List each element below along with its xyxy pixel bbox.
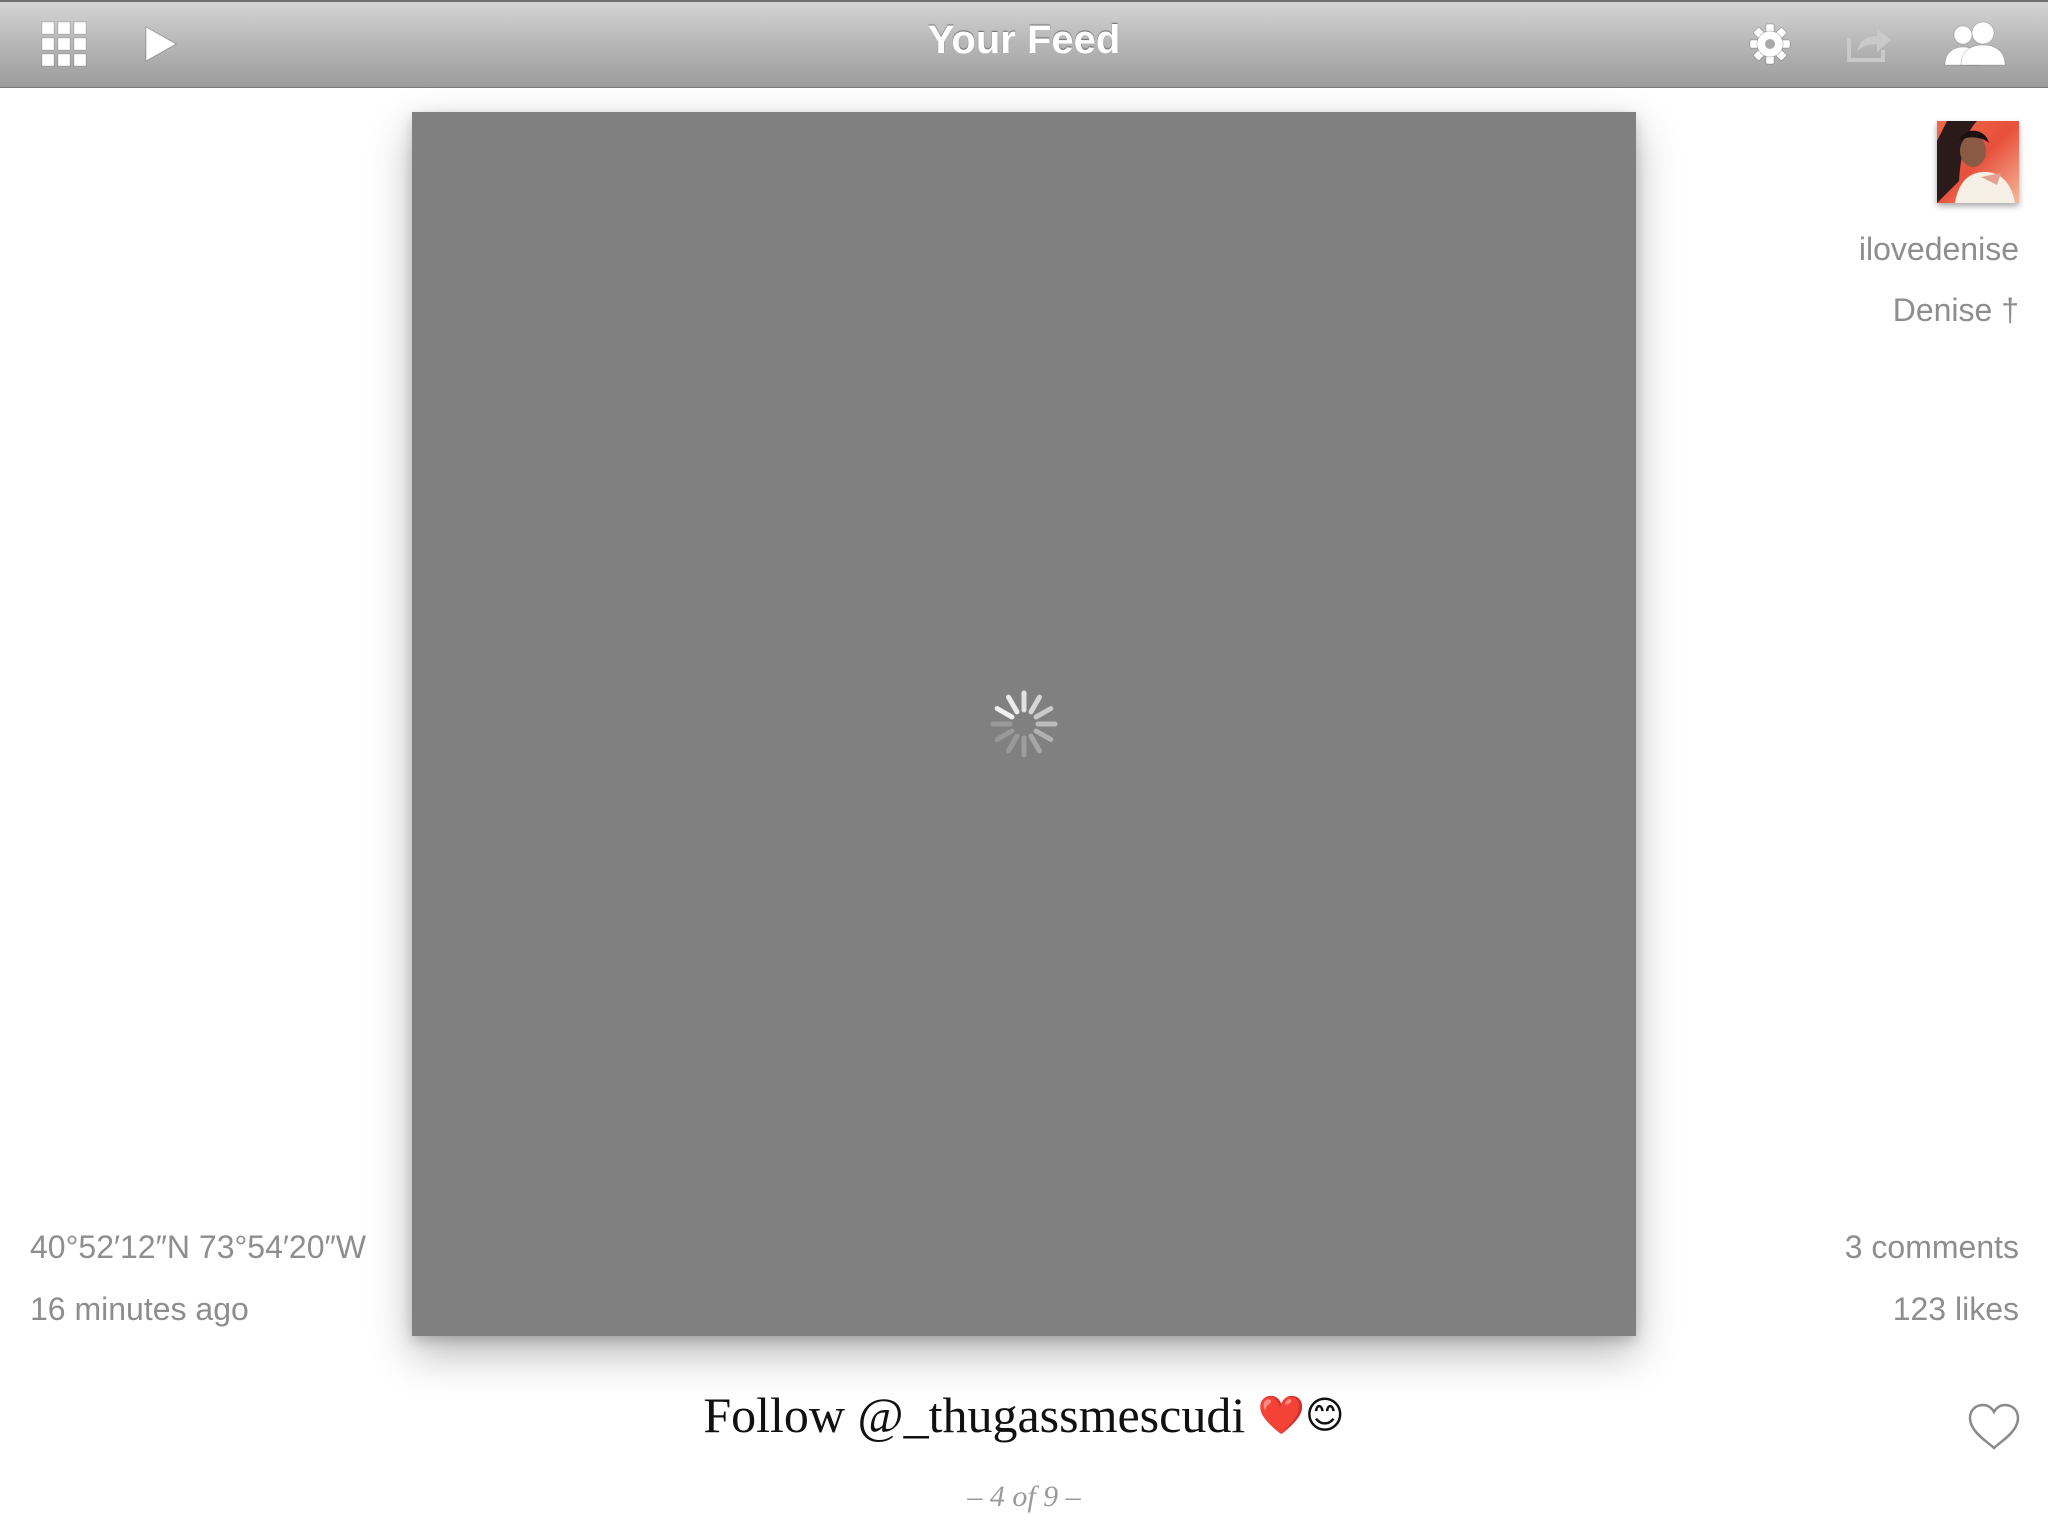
top-navbar: Your Feed — [0, 0, 2048, 88]
gear-icon — [1749, 23, 1791, 65]
page-indicator: – 4 of 9 – — [967, 1480, 1081, 1513]
post-photo[interactable] — [412, 112, 1636, 1336]
caption-text: Follow @_thugassmescudi — [703, 1387, 1246, 1443]
loading-spinner-icon — [990, 690, 1058, 758]
likes-count[interactable]: 123 likes — [1893, 1291, 2019, 1328]
comments-count[interactable]: 3 comments — [1845, 1229, 2019, 1266]
people-button[interactable] — [1942, 16, 2010, 72]
avatar[interactable] — [1937, 121, 2019, 203]
page-title: Your Feed — [927, 18, 1121, 62]
people-icon — [1944, 21, 2006, 66]
like-button[interactable] — [1966, 1402, 2022, 1452]
avatar-image — [1937, 121, 2019, 203]
full-name: Denise † — [1892, 292, 2019, 328]
share-button[interactable] — [1844, 16, 1894, 72]
share-icon — [1847, 28, 1891, 62]
heart-icon — [1968, 1403, 2020, 1450]
location-coordinates[interactable]: 40°52′12″N 73°54′20″W — [30, 1229, 366, 1266]
post-timestamp: 16 minutes ago — [30, 1291, 249, 1327]
username[interactable]: ilovedenise — [1859, 231, 2019, 268]
settings-button[interactable] — [1748, 16, 1792, 72]
post-caption: Follow @_thugassmescudi ❤️😊 — [0, 1386, 2048, 1444]
caption-emoji: ❤️😊 — [1257, 1393, 1345, 1437]
